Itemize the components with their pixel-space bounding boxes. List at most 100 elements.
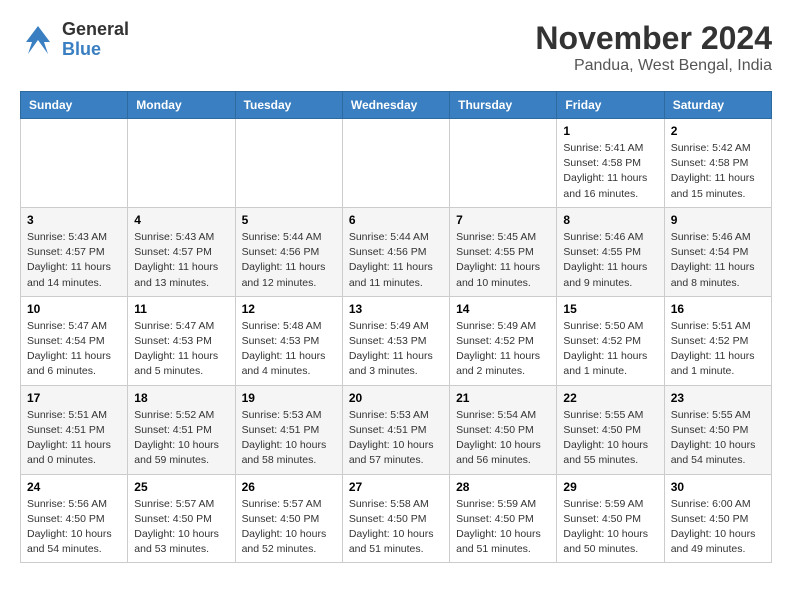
day-number: 1 (563, 124, 657, 138)
day-number: 8 (563, 213, 657, 227)
day-detail: Sunrise: 5:57 AM Sunset: 4:50 PM Dayligh… (242, 497, 336, 558)
calendar-cell: 29 Sunrise: 5:59 AM Sunset: 4:50 PM Dayli… (557, 474, 664, 563)
calendar-cell: 18 Sunrise: 5:52 AM Sunset: 4:51 PM Dayli… (128, 385, 235, 474)
calendar-cell: 16Sunrise: 5:51 AM Sunset: 4:52 PM Dayli… (664, 296, 771, 385)
calendar-week-row: 10 Sunrise: 5:47 AM Sunset: 4:54 PM Dayli… (21, 296, 772, 385)
day-header: Tuesday (235, 92, 342, 119)
logo-icon (20, 22, 56, 58)
calendar-table: SundayMondayTuesdayWednesdayThursdayFrid… (20, 91, 772, 563)
day-header: Friday (557, 92, 664, 119)
day-number: 10 (27, 302, 121, 316)
calendar-cell: 3Sunrise: 5:43 AM Sunset: 4:57 PM Daylig… (21, 207, 128, 296)
calendar-header-row: SundayMondayTuesdayWednesdayThursdayFrid… (21, 92, 772, 119)
day-detail: Sunrise: 5:47 AM Sunset: 4:54 PM Dayligh… (27, 319, 121, 380)
day-detail: Sunrise: 5:52 AM Sunset: 4:51 PM Dayligh… (134, 408, 228, 469)
day-detail: Sunrise: 5:43 AM Sunset: 4:57 PM Dayligh… (134, 230, 228, 291)
day-detail: Sunrise: 5:48 AM Sunset: 4:53 PM Dayligh… (242, 319, 336, 380)
calendar-cell (450, 119, 557, 208)
day-number: 17 (27, 391, 121, 405)
day-number: 6 (349, 213, 443, 227)
day-detail: Sunrise: 5:59 AM Sunset: 4:50 PM Dayligh… (456, 497, 550, 558)
calendar-cell: 5 Sunrise: 5:44 AM Sunset: 4:56 PM Daylig… (235, 207, 342, 296)
day-number: 15 (563, 302, 657, 316)
calendar-cell: 28 Sunrise: 5:59 AM Sunset: 4:50 PM Dayli… (450, 474, 557, 563)
page-header: General Blue November 2024 Pandua, West … (20, 20, 772, 75)
day-detail: Sunrise: 5:49 AM Sunset: 4:53 PM Dayligh… (349, 319, 443, 380)
calendar-week-row: 24Sunrise: 5:56 AM Sunset: 4:50 PM Dayli… (21, 474, 772, 563)
day-number: 11 (134, 302, 228, 316)
calendar-cell: 19Sunrise: 5:53 AM Sunset: 4:51 PM Dayli… (235, 385, 342, 474)
calendar-cell: 9 Sunrise: 5:46 AM Sunset: 4:54 PM Daylig… (664, 207, 771, 296)
day-detail: Sunrise: 5:59 AM Sunset: 4:50 PM Dayligh… (563, 497, 657, 558)
calendar-cell: 30 Sunrise: 6:00 AM Sunset: 4:50 PM Dayli… (664, 474, 771, 563)
day-detail: Sunrise: 5:56 AM Sunset: 4:50 PM Dayligh… (27, 497, 121, 558)
logo: General Blue (20, 20, 129, 60)
day-number: 5 (242, 213, 336, 227)
calendar-cell: 12 Sunrise: 5:48 AM Sunset: 4:53 PM Dayli… (235, 296, 342, 385)
day-detail: Sunrise: 5:51 AM Sunset: 4:51 PM Dayligh… (27, 408, 121, 469)
day-detail: Sunrise: 5:43 AM Sunset: 4:57 PM Dayligh… (27, 230, 121, 291)
day-detail: Sunrise: 5:54 AM Sunset: 4:50 PM Dayligh… (456, 408, 550, 469)
calendar-cell: 23Sunrise: 5:55 AM Sunset: 4:50 PM Dayli… (664, 385, 771, 474)
title-block: November 2024 Pandua, West Bengal, India (535, 20, 772, 75)
day-header: Wednesday (342, 92, 449, 119)
day-number: 28 (456, 480, 550, 494)
logo-line1: General (62, 20, 129, 40)
day-header: Thursday (450, 92, 557, 119)
day-detail: Sunrise: 5:58 AM Sunset: 4:50 PM Dayligh… (349, 497, 443, 558)
calendar-cell: 24Sunrise: 5:56 AM Sunset: 4:50 PM Dayli… (21, 474, 128, 563)
calendar-cell: 7Sunrise: 5:45 AM Sunset: 4:55 PM Daylig… (450, 207, 557, 296)
calendar-cell: 20 Sunrise: 5:53 AM Sunset: 4:51 PM Dayli… (342, 385, 449, 474)
day-header: Monday (128, 92, 235, 119)
calendar-cell (128, 119, 235, 208)
day-number: 21 (456, 391, 550, 405)
day-detail: Sunrise: 5:44 AM Sunset: 4:56 PM Dayligh… (242, 230, 336, 291)
month-title: November 2024 (535, 20, 772, 57)
calendar-cell: 6 Sunrise: 5:44 AM Sunset: 4:56 PM Daylig… (342, 207, 449, 296)
day-detail: Sunrise: 5:44 AM Sunset: 4:56 PM Dayligh… (349, 230, 443, 291)
day-number: 27 (349, 480, 443, 494)
day-detail: Sunrise: 5:53 AM Sunset: 4:51 PM Dayligh… (349, 408, 443, 469)
day-number: 13 (349, 302, 443, 316)
day-number: 30 (671, 480, 765, 494)
calendar-week-row: 1Sunrise: 5:41 AM Sunset: 4:58 PM Daylig… (21, 119, 772, 208)
calendar-cell: 2 Sunrise: 5:42 AM Sunset: 4:58 PM Daylig… (664, 119, 771, 208)
day-number: 2 (671, 124, 765, 138)
day-detail: Sunrise: 5:46 AM Sunset: 4:55 PM Dayligh… (563, 230, 657, 291)
day-detail: Sunrise: 5:42 AM Sunset: 4:58 PM Dayligh… (671, 141, 765, 202)
day-number: 25 (134, 480, 228, 494)
day-number: 14 (456, 302, 550, 316)
day-number: 4 (134, 213, 228, 227)
calendar-cell (235, 119, 342, 208)
day-number: 9 (671, 213, 765, 227)
calendar-cell: 17 Sunrise: 5:51 AM Sunset: 4:51 PM Dayli… (21, 385, 128, 474)
day-number: 20 (349, 391, 443, 405)
day-detail: Sunrise: 5:46 AM Sunset: 4:54 PM Dayligh… (671, 230, 765, 291)
day-number: 12 (242, 302, 336, 316)
day-number: 23 (671, 391, 765, 405)
day-number: 22 (563, 391, 657, 405)
day-detail: Sunrise: 5:49 AM Sunset: 4:52 PM Dayligh… (456, 319, 550, 380)
day-number: 7 (456, 213, 550, 227)
calendar-cell: 21 Sunrise: 5:54 AM Sunset: 4:50 PM Dayli… (450, 385, 557, 474)
calendar-cell: 15Sunrise: 5:50 AM Sunset: 4:52 PM Dayli… (557, 296, 664, 385)
day-number: 29 (563, 480, 657, 494)
calendar-week-row: 3Sunrise: 5:43 AM Sunset: 4:57 PM Daylig… (21, 207, 772, 296)
day-header: Saturday (664, 92, 771, 119)
day-detail: Sunrise: 6:00 AM Sunset: 4:50 PM Dayligh… (671, 497, 765, 558)
calendar-cell: 14 Sunrise: 5:49 AM Sunset: 4:52 PM Dayli… (450, 296, 557, 385)
logo-line2: Blue (62, 40, 129, 60)
calendar-cell: 22 Sunrise: 5:55 AM Sunset: 4:50 PM Dayli… (557, 385, 664, 474)
calendar-cell: 25Sunrise: 5:57 AM Sunset: 4:50 PM Dayli… (128, 474, 235, 563)
calendar-cell: 8 Sunrise: 5:46 AM Sunset: 4:55 PM Daylig… (557, 207, 664, 296)
calendar-cell: 4 Sunrise: 5:43 AM Sunset: 4:57 PM Daylig… (128, 207, 235, 296)
calendar-cell (21, 119, 128, 208)
day-number: 18 (134, 391, 228, 405)
day-detail: Sunrise: 5:55 AM Sunset: 4:50 PM Dayligh… (563, 408, 657, 469)
day-number: 19 (242, 391, 336, 405)
calendar-cell: 11Sunrise: 5:47 AM Sunset: 4:53 PM Dayli… (128, 296, 235, 385)
calendar-cell: 1Sunrise: 5:41 AM Sunset: 4:58 PM Daylig… (557, 119, 664, 208)
calendar-cell: 26 Sunrise: 5:57 AM Sunset: 4:50 PM Dayli… (235, 474, 342, 563)
calendar-cell: 10 Sunrise: 5:47 AM Sunset: 4:54 PM Dayli… (21, 296, 128, 385)
day-number: 26 (242, 480, 336, 494)
